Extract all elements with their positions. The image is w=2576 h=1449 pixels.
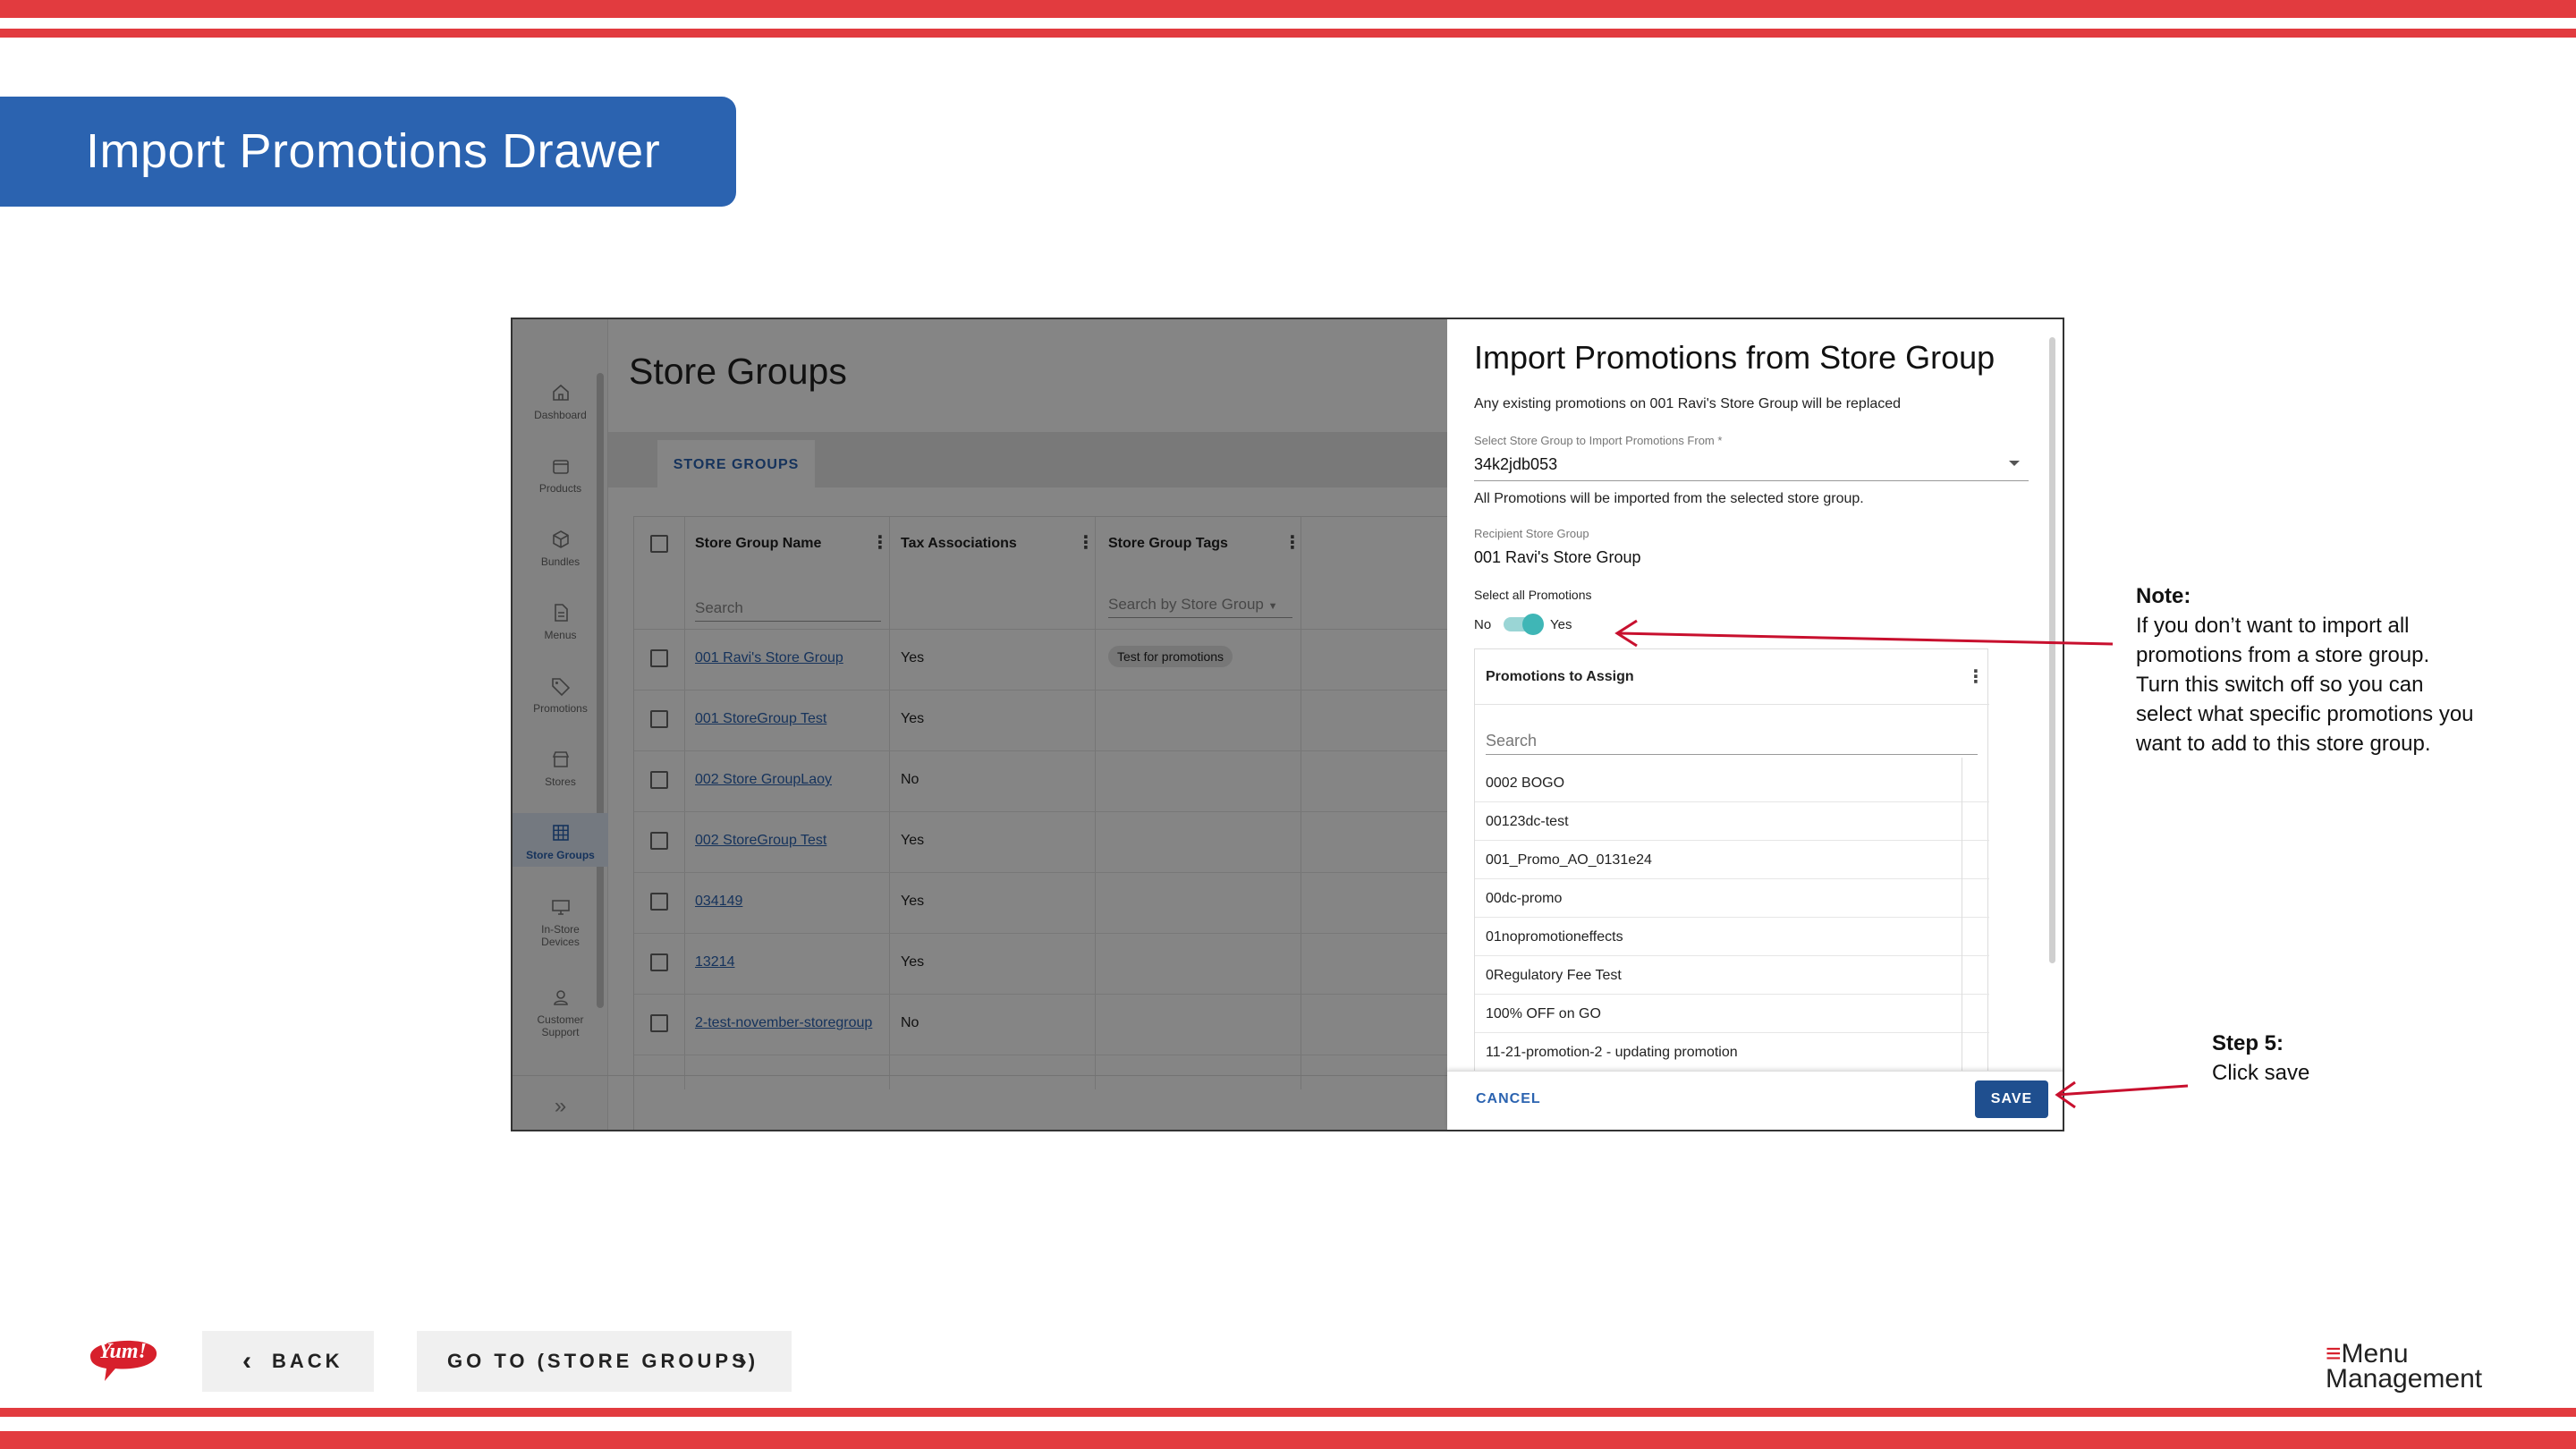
step-annotation: Step 5: Click save xyxy=(2212,1029,2309,1088)
step-body: Click save xyxy=(2212,1061,2310,1085)
chevron-right-icon: › xyxy=(738,1346,750,1376)
bottom-stripe xyxy=(0,1431,2576,1449)
brand-line2: Management xyxy=(2326,1364,2483,1394)
back-label: BACK xyxy=(272,1350,343,1372)
yum-logo: Yum! xyxy=(90,1340,157,1381)
note-body: If you don’t want to import all promotio… xyxy=(2136,614,2474,756)
chevron-left-icon: ‹ xyxy=(242,1346,255,1376)
step-title: Step 5: xyxy=(2212,1031,2284,1055)
note-annotation: Note: If you don’t want to import all pr… xyxy=(2136,581,2476,758)
go-to-label: GO TO (STORE GROUPS) xyxy=(447,1350,759,1372)
yum-logo-text: Yum! xyxy=(98,1340,147,1363)
save-arrow xyxy=(2055,1080,2189,1109)
note-title: Note: xyxy=(2136,584,2191,608)
back-button[interactable]: ‹ BACK xyxy=(202,1331,374,1392)
note-arrow xyxy=(1614,619,2114,648)
go-to-store-groups-button[interactable]: GO TO (STORE GROUPS) › xyxy=(417,1331,792,1392)
bottom-stripe-thin xyxy=(0,1408,2576,1417)
menu-management-logo: ≡Menu Management xyxy=(2326,1341,2483,1394)
